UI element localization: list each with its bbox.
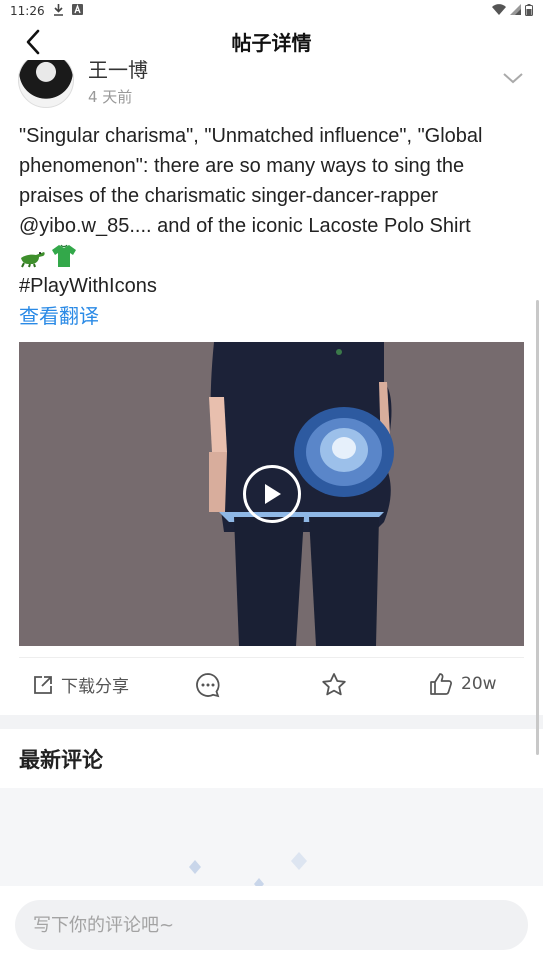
section-divider — [0, 715, 543, 729]
comment-input[interactable] — [15, 900, 528, 950]
download-icon — [53, 3, 64, 19]
back-button[interactable] — [18, 28, 48, 56]
empty-comments-illustration — [0, 788, 543, 888]
author-row: 王一博 4 天前 — [18, 52, 525, 110]
thumbs-up-icon — [430, 673, 452, 695]
favorite-button[interactable] — [321, 672, 347, 698]
post-action-bar: 下载分享 20w — [19, 657, 524, 715]
download-share-button[interactable]: 下载分享 — [33, 672, 129, 697]
chevron-left-icon — [26, 29, 40, 55]
status-time: 11:26 — [10, 4, 45, 18]
signal-icon — [510, 4, 521, 18]
comment-button[interactable] — [195, 672, 221, 698]
post-time: 4 天前 — [88, 88, 133, 106]
post-body: "Singular charisma", "Unmatched influenc… — [19, 121, 529, 301]
hashtag[interactable]: #PlayWithIcons — [19, 271, 529, 301]
star-icon — [322, 673, 346, 696]
post-text: "Singular charisma", "Unmatched influenc… — [19, 125, 483, 237]
comments-section-title: 最新评论 — [19, 748, 103, 772]
video-preview-image — [209, 342, 409, 646]
top-app-bar: 帖子详情 — [0, 22, 543, 60]
notification-a-icon — [71, 4, 83, 18]
comment-input-bar — [0, 886, 543, 965]
wifi-icon — [492, 4, 506, 18]
scrollbar[interactable] — [536, 300, 539, 755]
avatar[interactable] — [18, 52, 74, 108]
page-title: 帖子详情 — [231, 30, 312, 55]
share-external-icon — [34, 675, 52, 694]
crocodile-emoji-icon — [19, 244, 45, 268]
translate-link[interactable]: 查看翻译 — [19, 300, 99, 329]
download-share-label: 下载分享 — [61, 677, 129, 697]
play-icon — [265, 484, 281, 504]
status-bar: 11:26 — [0, 0, 543, 22]
chevron-down-icon — [503, 73, 523, 84]
battery-icon — [525, 3, 533, 19]
play-button[interactable] — [243, 465, 301, 523]
like-button[interactable]: 20w — [429, 672, 497, 696]
emoji-row — [19, 241, 529, 271]
tshirt-emoji-icon — [51, 244, 77, 268]
expand-button[interactable] — [501, 68, 525, 88]
comment-bubble-icon — [196, 673, 220, 698]
video-thumbnail[interactable] — [19, 342, 524, 646]
like-count: 20w — [461, 674, 497, 694]
